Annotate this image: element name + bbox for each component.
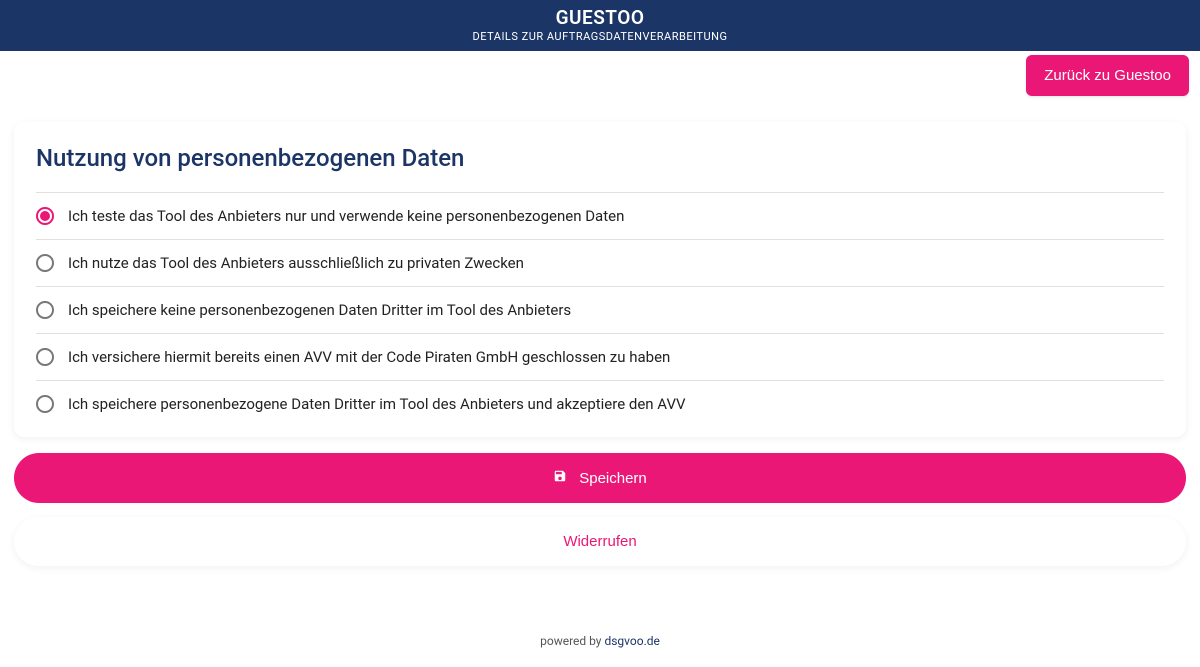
revoke-button[interactable]: Widerrufen — [14, 517, 1186, 566]
option-label: Ich teste das Tool des Anbieters nur und… — [68, 207, 624, 225]
save-button[interactable]: Speichern — [14, 453, 1186, 503]
radio-icon — [36, 301, 54, 319]
radio-icon — [36, 348, 54, 366]
radio-icon — [36, 254, 54, 272]
panel-title: Nutzung von personenbezogenen Daten — [36, 144, 1164, 172]
save-button-label: Speichern — [579, 470, 647, 487]
option-3[interactable]: Ich versichere hiermit bereits einen AVV… — [36, 333, 1164, 380]
option-label: Ich speichere keine personenbezogenen Da… — [68, 301, 571, 319]
option-4[interactable]: Ich speichere personenbezogene Daten Dri… — [36, 380, 1164, 427]
header: GUESTOO DETAILS ZUR AUFTRAGSDATENVERARBE… — [0, 0, 1200, 51]
option-2[interactable]: Ich speichere keine personenbezogenen Da… — [36, 286, 1164, 333]
radio-icon — [36, 207, 54, 225]
header-title: GUESTOO — [0, 6, 1200, 29]
back-to-guestoo-button[interactable]: Zurück zu Guestoo — [1026, 55, 1189, 96]
option-1[interactable]: Ich nutze das Tool des Anbieters ausschl… — [36, 239, 1164, 286]
save-icon — [553, 469, 567, 487]
footer-link[interactable]: dsgvoo.de — [604, 634, 659, 648]
header-subtitle: DETAILS ZUR AUFTRAGSDATENVERARBEITUNG — [0, 30, 1200, 43]
usage-panel: Nutzung von personenbezogenen Daten Ich … — [14, 122, 1186, 437]
option-label: Ich nutze das Tool des Anbieters ausschl… — [68, 254, 524, 272]
option-0[interactable]: Ich teste das Tool des Anbieters nur und… — [36, 192, 1164, 239]
footer: powered by dsgvoo.de — [0, 634, 1200, 648]
footer-prefix: powered by — [540, 634, 604, 648]
option-label: Ich versichere hiermit bereits einen AVV… — [68, 348, 670, 366]
option-label: Ich speichere personenbezogene Daten Dri… — [68, 395, 686, 413]
radio-icon — [36, 395, 54, 413]
